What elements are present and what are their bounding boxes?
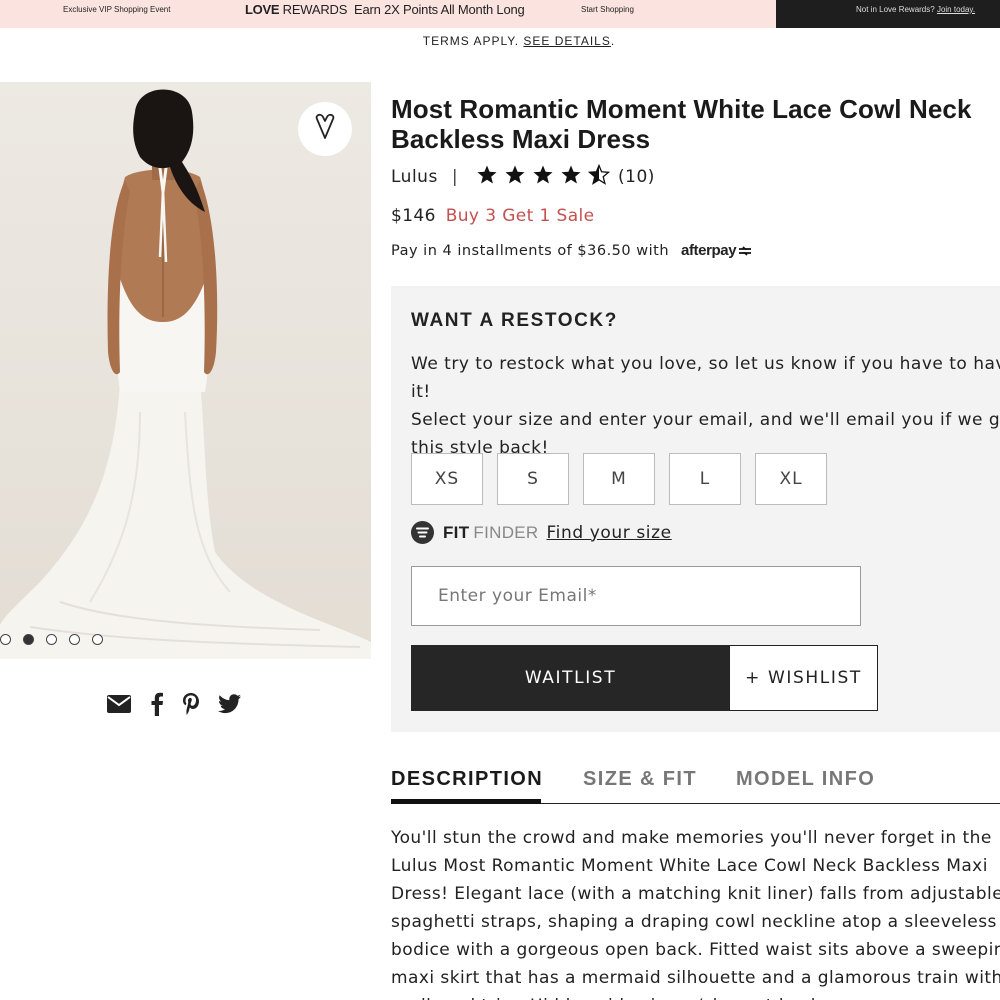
promo-start-shopping-link[interactable]: Start Shopping [581,0,634,28]
size-option[interactable]: L [669,453,741,505]
email-icon[interactable] [106,694,132,714]
finder-label: FINDER [473,522,539,542]
tab-size-fit[interactable]: SIZE & FIT [583,768,697,791]
promo-rewards-message: REWARDS Earn 2X Points All Month Long [282,2,525,17]
join-today-link[interactable]: Join today. [937,5,975,14]
carousel-dot[interactable] [0,634,11,645]
restock-description: We try to restock what you love, so let … [411,354,1000,458]
promo-join-question: Not in Love Rewards? [856,5,935,14]
product-title: Most Romantic Moment White Lace Cowl Nec… [391,94,972,154]
promo-banner-main[interactable]: Exclusive VIP Shopping Event LOVE REWARD… [0,0,776,28]
sale-label[interactable]: Buy 3 Get 1 Sale [446,206,595,226]
tab-description[interactable]: DESCRIPTION [391,768,543,791]
brand-rating-row: Lulus | (10) [391,163,655,191]
star-icon [504,164,526,191]
size-option[interactable]: M [583,453,655,505]
product-description: You'll stun the crowd and make memories … [391,828,1000,1000]
share-icons [106,692,242,716]
size-option[interactable]: XL [755,453,827,505]
waitlist-button[interactable]: WAITLIST [411,645,730,711]
carousel-dot[interactable] [46,634,57,645]
promo-join-panel: Not in Love Rewards? Join today. [776,0,1000,28]
dress-photo [0,89,371,659]
star-rating[interactable] [476,163,611,191]
pinterest-icon[interactable] [182,692,200,716]
image-carousel-dots [0,634,103,645]
favorite-button[interactable] [298,102,352,156]
product-price: $146 [391,206,436,226]
restock-panel: WANT A RESTOCK? We try to restock what y… [391,286,1000,732]
star-icon [476,164,498,191]
promo-rewards-text: LOVE REWARDS Earn 2X Points All Month Lo… [245,0,525,28]
terms-period: . [610,34,616,48]
restock-title: WANT A RESTOCK? [411,310,618,331]
promo-rewards-brand: LOVE [245,2,280,17]
facebook-icon[interactable] [150,692,164,716]
fit-label: FIT [443,522,470,542]
fit-finder: FIT FINDER Find your size [411,521,672,544]
brand-separator: | [451,167,459,187]
afterpay-text: Pay in 4 installments of $36.50 with [391,242,670,259]
terms-notice: TERMS APPLY. SEE DETAILS. [0,34,1000,48]
half-star-icon [587,163,611,191]
afterpay-logo[interactable]: afterpay [681,242,753,259]
star-icon [532,164,554,191]
email-field[interactable] [411,566,861,626]
terms-text: TERMS APPLY. [422,34,520,48]
product-tabs: DESCRIPTION SIZE & FIT MODEL INFO [391,764,1000,804]
active-tab-indicator [391,799,541,804]
tab-model-info[interactable]: MODEL INFO [736,768,875,791]
price-row: $146 Buy 3 Get 1 Sale [391,206,595,226]
carousel-dot[interactable] [92,634,103,645]
fit-finder-icon [411,521,434,544]
promo-vip-text: Exclusive VIP Shopping Event [63,5,171,14]
size-option[interactable]: S [497,453,569,505]
product-image[interactable] [0,82,371,659]
review-count[interactable]: (10) [618,167,655,187]
afterpay-brand: afterpay [681,242,737,259]
promo-join-text: Not in Love Rewards? Join today. [856,0,975,28]
size-selector: XS S M L XL [411,453,827,505]
find-your-size-link[interactable]: Find your size [546,523,671,543]
promo-banner[interactable]: Exclusive VIP Shopping Event LOVE REWARD… [0,0,1000,28]
twitter-icon[interactable] [218,694,242,714]
carousel-dot[interactable] [69,634,80,645]
afterpay-row: Pay in 4 installments of $36.50 with aft… [391,242,753,259]
carousel-dot[interactable] [23,634,34,645]
heart-icon [314,113,336,145]
brand-link[interactable]: Lulus [391,167,438,187]
size-option[interactable]: XS [411,453,483,505]
see-details-link[interactable]: SEE DETAILS [523,34,610,48]
afterpay-arrows-icon [739,245,752,256]
wishlist-button[interactable]: + WISHLIST [729,645,878,711]
star-icon [560,164,582,191]
